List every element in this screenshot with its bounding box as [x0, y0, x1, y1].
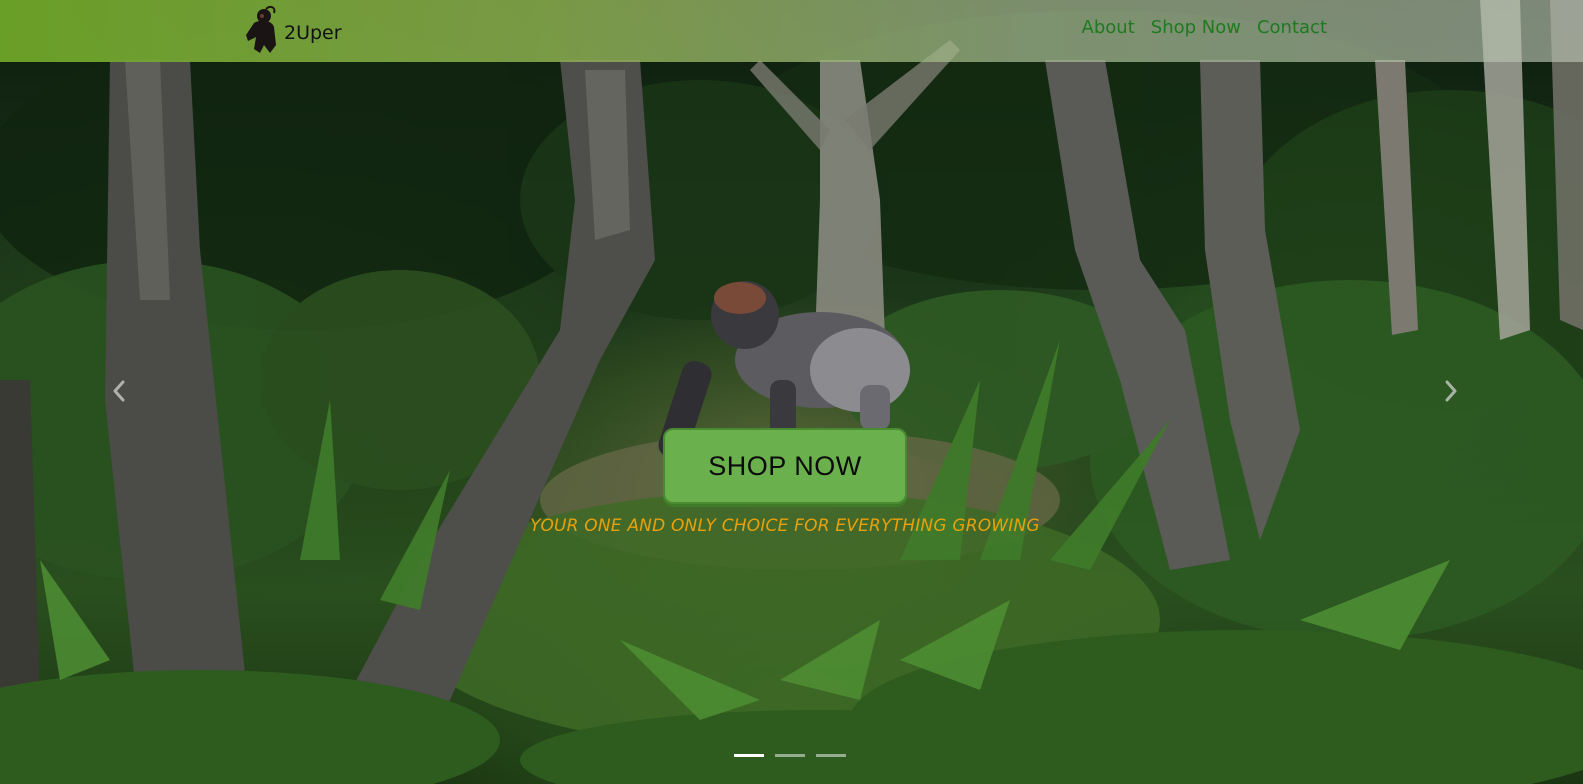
- carousel-next-button[interactable]: [1436, 376, 1466, 406]
- top-navbar: 2Uper About Shop Now Contact: [0, 0, 1583, 62]
- carousel-indicators: [734, 754, 846, 757]
- carousel-indicator-3[interactable]: [816, 754, 846, 757]
- carousel-prev-button[interactable]: [104, 376, 134, 406]
- nav-link-about[interactable]: About: [1082, 17, 1135, 38]
- hero-carousel: [0, 0, 1583, 784]
- gorilla-logo-icon: [246, 5, 276, 53]
- landing-page: 2Uper About Shop Now Contact SHOP NOW YO…: [0, 0, 1583, 784]
- carousel-indicator-1[interactable]: [734, 754, 764, 757]
- brand-link[interactable]: 2Uper: [240, 4, 342, 56]
- nav-links: About Shop Now Contact: [1082, 17, 1327, 38]
- carousel-caption: SHOP NOW YOUR ONE AND ONLY CHOICE FOR EV…: [0, 428, 1570, 536]
- nav-link-contact[interactable]: Contact: [1257, 17, 1327, 38]
- hero-tagline: YOUR ONE AND ONLY CHOICE FOR EVERYTHING …: [530, 516, 1040, 536]
- brand-name: 2Uper: [284, 22, 342, 44]
- chevron-left-icon: [113, 380, 125, 402]
- nav-link-shop-now[interactable]: Shop Now: [1151, 17, 1241, 38]
- shop-now-button[interactable]: SHOP NOW: [663, 428, 907, 504]
- carousel-indicator-2[interactable]: [775, 754, 805, 757]
- jungle-background-image: [0, 0, 1583, 784]
- chevron-right-icon: [1445, 380, 1457, 402]
